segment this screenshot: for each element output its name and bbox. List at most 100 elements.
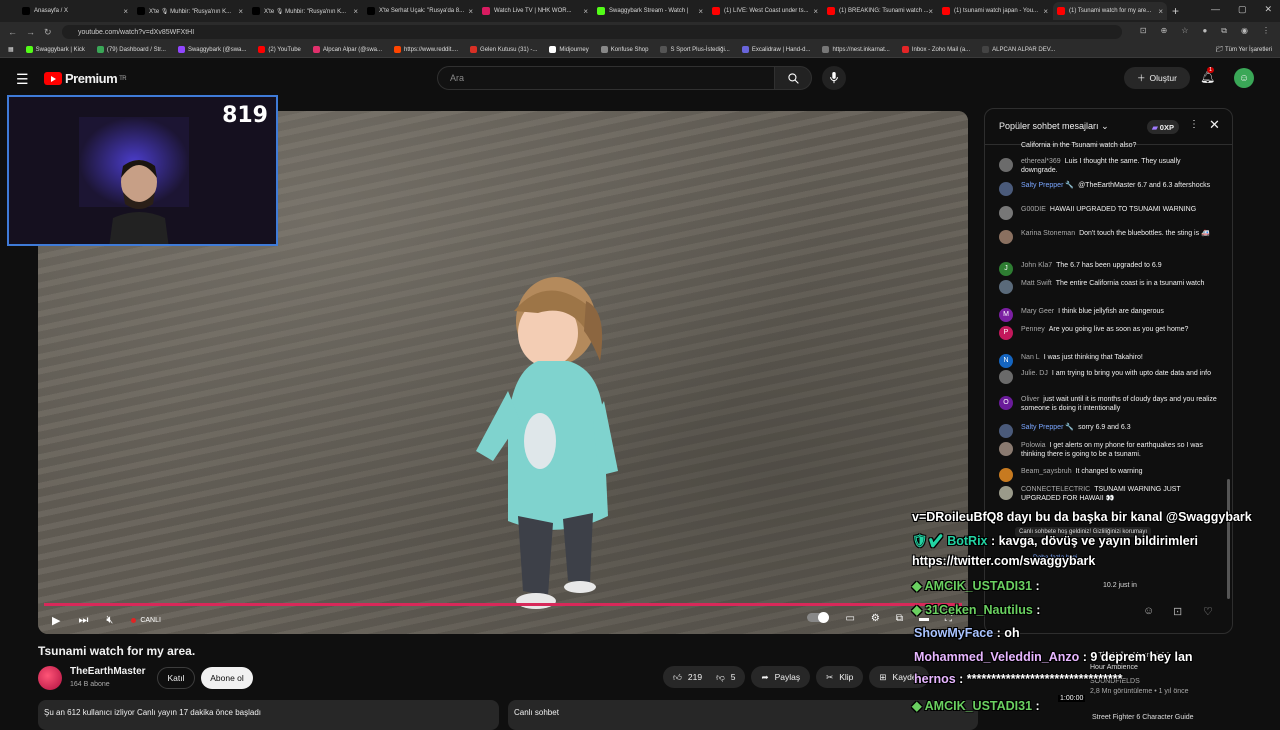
chat-author[interactable]: Beam_saysbruh — [1021, 468, 1072, 475]
chat-avatar[interactable] — [999, 182, 1013, 196]
chat-author[interactable]: Nan L — [1021, 354, 1040, 361]
chat-avatar[interactable] — [999, 280, 1013, 294]
join-button[interactable]: Katıl — [157, 667, 195, 689]
close-tab-icon[interactable]: × — [238, 7, 243, 16]
rec-title-line[interactable]: Hour Ambience — [1090, 664, 1138, 671]
bookmark-item[interactable]: Inbox - Zoho Mail (a... — [901, 46, 970, 53]
chat-avatar[interactable]: N — [999, 354, 1013, 368]
chat-message[interactable]: G00DIE HAWAII UPGRADED TO TSUNAMI WARNING — [999, 205, 1219, 220]
zoom-icon[interactable]: ⊕ — [1161, 26, 1168, 36]
chat-scroll-thumb[interactable] — [1227, 479, 1230, 599]
bookmark-item[interactable]: ALPCAN ALPAR DEV... — [982, 46, 1055, 53]
close-tab-icon[interactable]: × — [928, 7, 933, 16]
miniplayer-icon[interactable]: ⧉ — [896, 613, 903, 624]
chat-author[interactable]: John Kla7 — [1021, 262, 1052, 269]
live-chat-toggle[interactable]: Canlı sohbet — [508, 700, 978, 730]
chat-avatar[interactable] — [999, 370, 1013, 384]
chat-learn-more-link[interactable]: Daha fazla bilgi — [1033, 554, 1077, 561]
close-tab-icon[interactable]: × — [1043, 7, 1048, 16]
bookmark-item[interactable]: (79) Dashboard / Str... — [96, 46, 166, 53]
chat-more-icon[interactable]: ⋮ — [1189, 119, 1199, 130]
mute-icon[interactable]: 🔇︎ — [106, 614, 113, 627]
extensions-puzzle-icon[interactable]: ⧉ — [1221, 26, 1227, 36]
chat-avatar[interactable]: P — [999, 326, 1013, 340]
bookmark-item[interactable]: https://nest.inkarnat... — [822, 46, 890, 53]
forward-icon[interactable]: → — [26, 27, 36, 37]
chat-author[interactable]: ethereal*369 — [1021, 158, 1061, 165]
browser-tab[interactable]: X'te Serhat Uçak: "Rusya'da 8... × — [363, 2, 477, 20]
chat-message[interactable]: N Nan LI was just thinking that Takahiro! — [999, 353, 1219, 368]
browser-menu-icon[interactable]: ⋮ — [1262, 26, 1270, 36]
play-icon[interactable]: ▶ — [52, 614, 60, 627]
close-tab-icon[interactable]: × — [813, 7, 818, 16]
account-avatar[interactable]: ☺ — [1234, 68, 1254, 88]
subtitles-icon[interactable]: ▭ — [845, 613, 854, 624]
close-tab-icon[interactable]: × — [583, 7, 588, 16]
voice-search-button[interactable] — [822, 66, 846, 90]
settings-gear-icon[interactable]: ⚙ — [871, 613, 880, 624]
browser-tab[interactable]: (1) BREAKING: Tsunami watch ... × — [823, 2, 937, 20]
close-tab-icon[interactable]: × — [468, 7, 473, 16]
apps-grid-icon[interactable]: ▦ — [8, 46, 14, 53]
reload-icon[interactable]: ↻ — [44, 27, 54, 38]
theater-mode-icon[interactable]: ▬ — [919, 613, 929, 624]
browser-tab[interactable]: Swaggybark Stream - Watch | × — [593, 2, 707, 20]
bookmark-item[interactable]: (2) YouTube — [258, 46, 301, 53]
chat-message[interactable]: Beam_saysbruh It changed to warning — [999, 467, 1219, 482]
bookmark-item[interactable]: Alpcan Alpar (@swa... — [312, 46, 382, 53]
chat-author[interactable]: Salty Prepper 🔧 — [1021, 182, 1074, 189]
minimize-icon[interactable]: — — [1211, 4, 1220, 15]
fullscreen-icon[interactable]: ⛶ — [945, 613, 952, 624]
share-button[interactable]: ➦ Paylaş — [751, 666, 811, 688]
heart-icon[interactable]: ♡ — [1203, 605, 1213, 618]
chat-avatar[interactable] — [999, 206, 1013, 220]
close-tab-icon[interactable]: × — [1158, 7, 1163, 16]
rec-partial-title[interactable]: At The Valley Mountain" 1 — [1090, 652, 1170, 659]
xp-badge[interactable]: ▰ 0XP — [1147, 120, 1179, 134]
like-button[interactable]: 👍︎ 219 👎︎ 5 — [663, 666, 746, 688]
subscribe-button[interactable]: Abone ol — [201, 667, 253, 689]
chat-avatar[interactable] — [999, 442, 1013, 456]
chat-message[interactable]: J John Kla7 The 6.7 has been upgraded to 6… — [999, 261, 1219, 276]
chat-message[interactable]: Karina Stoneman Don't touch the bluebottl… — [999, 229, 1219, 244]
chat-message[interactable]: California in the Tsunami watch also? — [999, 141, 1219, 156]
chat-mode-dropdown[interactable]: Popüler sohbet mesajları ⌄ — [999, 121, 1109, 132]
chat-close-icon[interactable]: ✕ — [1209, 117, 1220, 133]
chat-avatar[interactable] — [999, 158, 1013, 172]
clip-button[interactable]: ✂ Klip — [816, 666, 864, 688]
dislike-icon[interactable]: 👎︎ — [716, 672, 725, 683]
autoplay-toggle[interactable] — [807, 612, 830, 623]
close-tab-icon[interactable]: × — [353, 7, 358, 16]
save-button[interactable]: ⊞ Kaydet — [869, 666, 929, 688]
chat-author[interactable]: Polowia — [1021, 442, 1046, 449]
url-field[interactable]: youtube.com/watch?v=dXv85WFXtHI — [62, 25, 1122, 39]
browser-tab[interactable]: Watch Live TV | NHK WOR... × — [478, 2, 592, 20]
super-chat-icon[interactable]: ⊡ — [1173, 605, 1182, 618]
chat-author[interactable]: G00DIE — [1021, 206, 1046, 213]
back-icon[interactable]: ← — [8, 27, 18, 37]
bookmark-item[interactable]: Konfuse Shop — [600, 46, 648, 53]
chat-author[interactable]: Mary Geer — [1021, 308, 1054, 315]
chat-avatar[interactable] — [999, 486, 1013, 500]
chat-message[interactable]: P Penney Are you going live as soon as you… — [999, 325, 1219, 340]
bookmark-item[interactable]: Swaggybark | Kick — [25, 46, 85, 53]
search-input[interactable]: Ara — [437, 66, 774, 90]
create-button[interactable]: ＋ Oluştur — [1124, 67, 1190, 89]
new-tab-icon[interactable]: + — [1172, 4, 1179, 18]
youtube-premium-logo[interactable]: Premium TR — [44, 71, 127, 86]
bookmark-item[interactable]: Gelen Kutusu (31) -... — [470, 46, 537, 53]
bookmark-item[interactable]: Swaggybark (@swa... — [177, 46, 246, 53]
browser-tab[interactable]: (1) LIVE: West Coast under ts... × — [708, 2, 822, 20]
chat-author[interactable]: Julie. DJ — [1021, 370, 1048, 377]
notifications-button[interactable]: 🔔︎ 1 — [1200, 67, 1215, 84]
chat-message[interactable]: CONNECTELECTRIC TSUNAMI WARNING JUST UPGR… — [999, 485, 1219, 504]
extension-icon[interactable]: ● — [1202, 26, 1207, 36]
chat-avatar[interactable] — [999, 424, 1013, 438]
emoji-icon[interactable]: ☺ — [1143, 605, 1154, 617]
menu-icon[interactable]: ☰ — [16, 71, 29, 88]
chat-message[interactable]: O Oliver just wait until it is months of c… — [999, 395, 1219, 414]
install-app-icon[interactable]: ⊡ — [1140, 26, 1147, 36]
search-button[interactable] — [774, 66, 812, 90]
chat-message[interactable]: Matt Swift The entire California coast is… — [999, 279, 1219, 294]
bookmark-item[interactable]: S Sport Plus-İstediği... — [660, 46, 730, 53]
